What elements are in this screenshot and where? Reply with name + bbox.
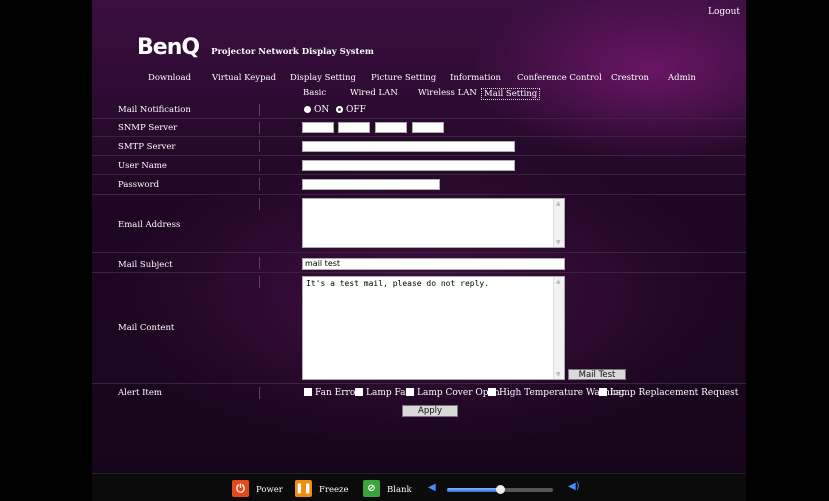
alert-lamp-cover-open[interactable]: Lamp Cover Open: [406, 388, 500, 398]
apply-button[interactable]: Apply: [402, 405, 458, 417]
column-divider: [259, 198, 260, 210]
row-email-address: Email Address: [92, 195, 746, 253]
brand-header: BenQ Projector Network Display System: [137, 35, 374, 60]
row-mail-content: Mail Content It's a test mail, please do…: [92, 273, 746, 384]
tab-mail-setting[interactable]: Mail Setting: [481, 88, 541, 100]
sub-navigation: Basic Wired LAN Wireless LAN Mail Settin…: [92, 88, 746, 100]
checkbox-icon: [406, 388, 414, 396]
column-divider: [259, 104, 260, 116]
nav-picture-setting[interactable]: Picture Setting: [371, 73, 436, 83]
radio-on-label: ON: [314, 105, 330, 115]
label-password: Password: [118, 180, 160, 190]
power-icon[interactable]: ⏻: [232, 480, 249, 497]
tab-wireless-lan[interactable]: Wireless LAN: [418, 88, 477, 98]
radio-button-icon: [304, 106, 311, 113]
radio-off[interactable]: OFF: [336, 105, 366, 115]
volume-down-icon[interactable]: ◀: [428, 482, 436, 493]
label-mail-notification: Mail Notification: [118, 105, 191, 115]
snmp-octet-1[interactable]: [302, 122, 334, 133]
row-password: Password: [92, 175, 746, 195]
alert-lamp-fail-label: Lamp Fail: [366, 388, 412, 398]
email-address-textarea[interactable]: [302, 198, 565, 248]
top-navigation: Download Virtual Keypad Display Setting …: [92, 73, 746, 85]
row-snmp-server: SNMP Server: [92, 119, 746, 137]
alert-lamp-replacement-request-label: Lamp Replacement Request: [610, 388, 739, 398]
mail-test-button[interactable]: Mail Test: [568, 369, 626, 380]
radio-button-selected-icon: [336, 106, 343, 113]
checkbox-icon: [304, 388, 312, 396]
row-user-name: User Name: [92, 156, 746, 175]
column-divider: [259, 178, 260, 190]
mail-content-textarea[interactable]: It's a test mail, please do not reply.: [302, 276, 565, 380]
textarea-scrollbar[interactable]: [553, 199, 564, 247]
row-smtp-server: SMTP Server: [92, 137, 746, 156]
column-divider: [259, 387, 260, 399]
volume-up-icon[interactable]: ◀): [568, 481, 580, 492]
label-smtp-server: SMTP Server: [118, 142, 176, 152]
logout-link[interactable]: Logout: [708, 7, 740, 17]
volume-fill: [447, 488, 500, 492]
password-input[interactable]: [302, 179, 440, 190]
column-divider: [259, 159, 260, 171]
alert-fan-error-label: Fan Error: [315, 388, 360, 398]
blank-label[interactable]: Blank: [387, 485, 412, 495]
label-email-address: Email Address: [118, 220, 181, 230]
system-name: Projector Network Display System: [211, 47, 374, 57]
mail-content-text: It's a test mail, please do not reply.: [306, 279, 490, 288]
column-divider: [259, 140, 260, 152]
volume-handle[interactable]: [496, 485, 505, 494]
row-mail-subject: Mail Subject mail test: [92, 254, 746, 273]
snmp-octet-4[interactable]: [412, 122, 444, 133]
column-divider: [259, 257, 260, 269]
user-name-input[interactable]: [302, 160, 515, 171]
checkbox-icon: [599, 388, 607, 396]
nav-display-setting[interactable]: Display Setting: [290, 73, 356, 83]
column-divider: [259, 276, 260, 288]
benq-logo: BenQ: [137, 35, 200, 60]
checkbox-icon: [355, 388, 363, 396]
nav-crestron[interactable]: Crestron: [611, 73, 649, 83]
row-mail-notification: Mail Notification ON OFF: [92, 101, 746, 119]
nav-virtual-keypad[interactable]: Virtual Keypad: [212, 73, 276, 83]
row-alert-item: Alert Item Fan Error Lamp Fail Lamp Cove…: [92, 384, 746, 402]
label-user-name: User Name: [118, 161, 167, 171]
mail-subject-input[interactable]: mail test: [302, 258, 565, 270]
label-mail-subject: Mail Subject: [118, 260, 173, 270]
freeze-label[interactable]: Freeze: [319, 485, 349, 495]
textarea-scrollbar[interactable]: [553, 277, 564, 379]
checkbox-icon: [488, 388, 496, 396]
nav-information[interactable]: Information: [450, 73, 501, 83]
tab-basic[interactable]: Basic: [303, 88, 326, 98]
label-mail-content: Mail Content: [118, 323, 175, 333]
volume-slider[interactable]: [447, 485, 553, 494]
snmp-octet-2[interactable]: [338, 122, 370, 133]
nav-conference-control[interactable]: Conference Control: [517, 73, 602, 83]
nav-admin[interactable]: Admin: [668, 73, 696, 83]
smtp-server-input[interactable]: [302, 141, 515, 152]
tab-wired-lan[interactable]: Wired LAN: [350, 88, 398, 98]
power-label[interactable]: Power: [256, 485, 283, 495]
radio-off-label: OFF: [346, 105, 366, 115]
control-bar: ⏻ Power ❚❚ Freeze ⊘ Blank ◀ ◀): [92, 473, 746, 501]
freeze-icon[interactable]: ❚❚: [295, 480, 312, 497]
alert-fan-error[interactable]: Fan Error: [304, 388, 360, 398]
nav-download[interactable]: Download: [148, 73, 191, 83]
label-alert-item: Alert Item: [118, 388, 162, 398]
alert-lamp-replacement-request[interactable]: Lamp Replacement Request: [599, 388, 738, 398]
alert-lamp-fail[interactable]: Lamp Fail: [355, 388, 411, 398]
label-snmp-server: SNMP Server: [118, 123, 178, 133]
snmp-octet-3[interactable]: [375, 122, 407, 133]
column-divider: [259, 122, 260, 134]
blank-icon[interactable]: ⊘: [363, 480, 380, 497]
radio-on[interactable]: ON: [304, 105, 329, 115]
app-window: Logout BenQ Projector Network Display Sy…: [92, 0, 746, 501]
